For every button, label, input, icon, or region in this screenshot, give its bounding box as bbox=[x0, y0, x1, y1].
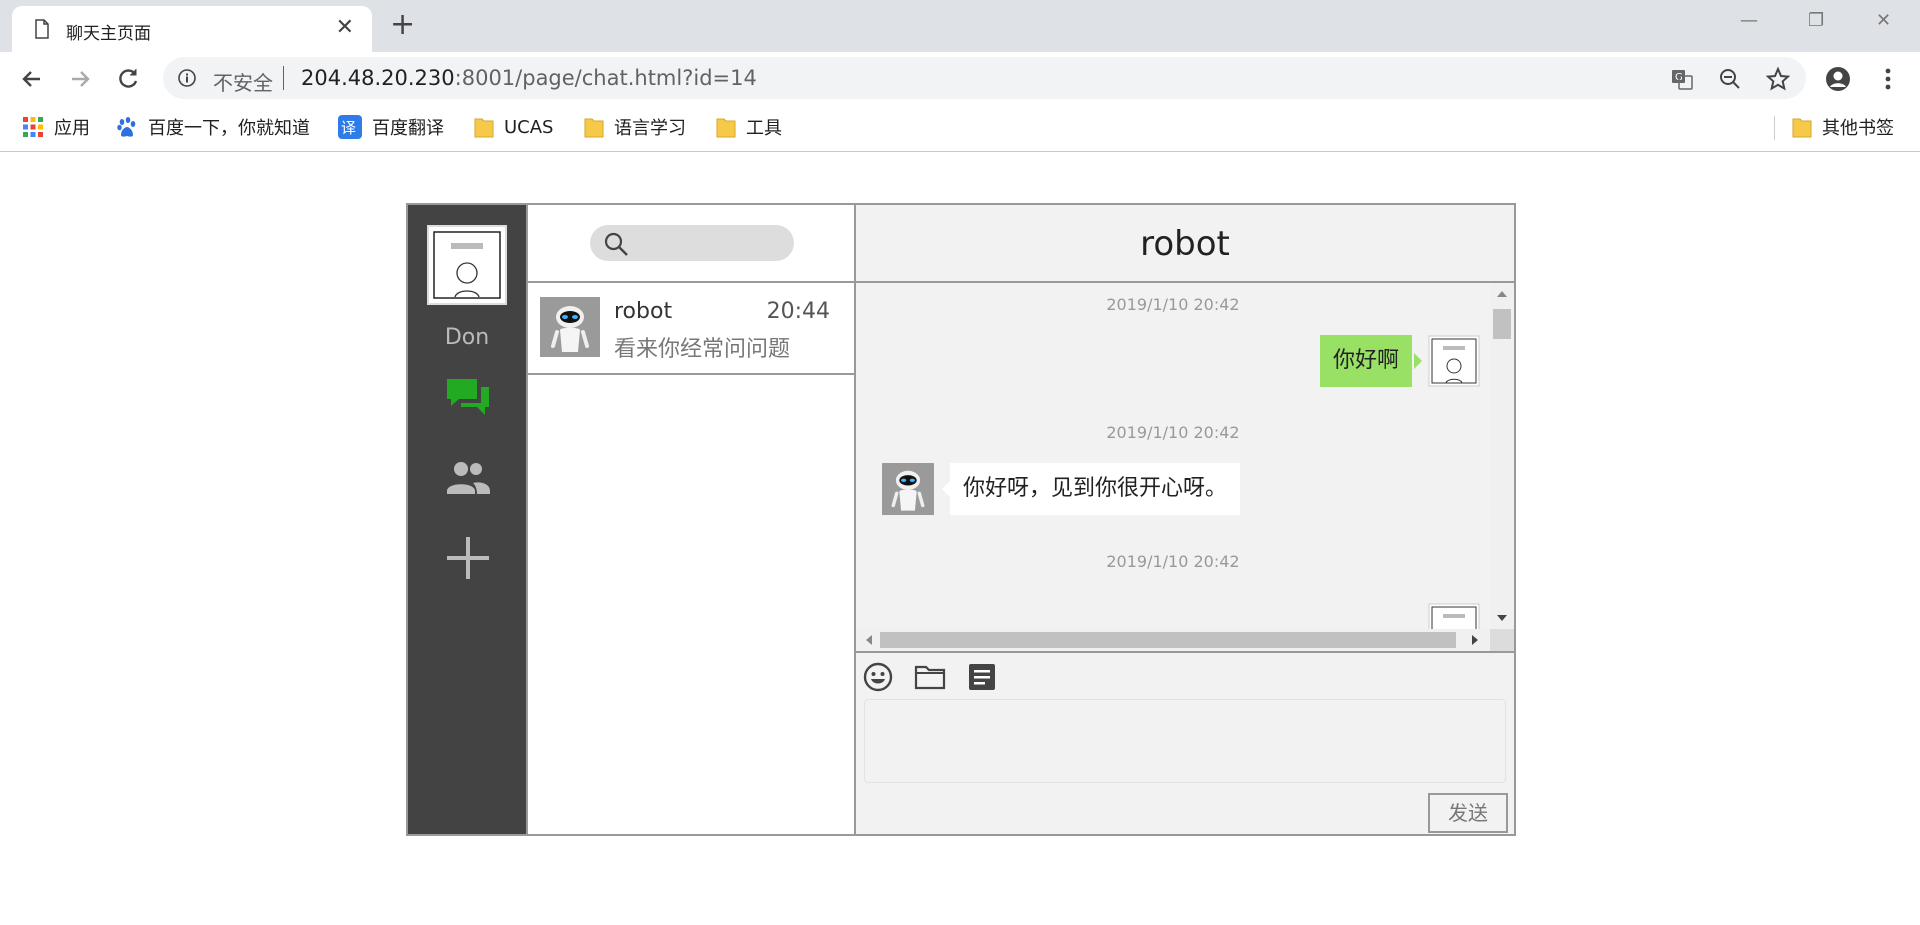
sketch-avatar-icon bbox=[1428, 335, 1480, 387]
message-timestamp: 2019/1/10 20:42 bbox=[1106, 295, 1240, 314]
url-host: 204.48.20.230 bbox=[301, 66, 455, 90]
user-name: Don bbox=[444, 325, 490, 350]
folder-icon bbox=[474, 118, 494, 138]
menu-dots-icon[interactable] bbox=[1874, 65, 1902, 93]
conversation-time: 20:44 bbox=[766, 299, 830, 324]
message-input[interactable] bbox=[864, 699, 1506, 783]
bookmark-label: 工具 bbox=[746, 118, 782, 139]
add-icon[interactable] bbox=[445, 535, 491, 581]
address-bar[interactable]: 不安全 204.48.20.230:8001/page/chat.html?id… bbox=[163, 57, 1806, 99]
bookmark-apps[interactable]: 应用 bbox=[22, 114, 90, 140]
bubble-arrow bbox=[1414, 353, 1422, 369]
tab-title: 聊天主页面 bbox=[66, 24, 151, 44]
bookmark-label: 百度翻译 bbox=[372, 118, 444, 139]
profile-icon[interactable] bbox=[1824, 65, 1852, 93]
note-icon[interactable] bbox=[966, 661, 998, 693]
translate-badge-icon: 译 bbox=[338, 115, 362, 139]
my-avatar bbox=[1428, 335, 1480, 387]
bookmark-baidu-translate[interactable]: 译 百度翻译 bbox=[338, 114, 444, 140]
conversation-name: robot bbox=[614, 299, 673, 324]
window-close-icon[interactable]: ✕ bbox=[1876, 10, 1891, 31]
bookmark-folder-language[interactable]: 语言学习 bbox=[584, 114, 686, 140]
folder-icon bbox=[1792, 118, 1812, 138]
send-button[interactable]: 发送 bbox=[1428, 793, 1508, 833]
forward-arrow-icon[interactable] bbox=[66, 65, 94, 93]
baidu-paw-icon bbox=[117, 117, 136, 137]
robot-avatar bbox=[540, 297, 600, 357]
url-text[interactable]: 204.48.20.230:8001/page/chat.html?id=14 bbox=[301, 66, 757, 90]
apps-grid-icon bbox=[23, 117, 43, 137]
scroll-left-arrow-icon[interactable] bbox=[864, 634, 874, 646]
tab-close-icon[interactable]: ✕ bbox=[336, 15, 354, 41]
bubble-arrow bbox=[942, 481, 950, 497]
horizontal-scrollbar[interactable] bbox=[856, 629, 1490, 651]
bookmarks-bar: 应用 百度一下，你就知道 译 百度翻译 UCAS 语言学习 工具 其他书签 bbox=[0, 104, 1920, 152]
chat-panel: robot 2019/1/10 20:42 你好啊 2019/1/10 20:4… bbox=[856, 205, 1514, 834]
search-input[interactable] bbox=[590, 225, 794, 261]
bookmark-label: 语言学习 bbox=[614, 118, 686, 139]
emoji-icon[interactable] bbox=[862, 661, 894, 693]
nav-sidebar: Don bbox=[408, 205, 526, 834]
scroll-down-arrow-icon[interactable] bbox=[1496, 613, 1508, 623]
folder-icon bbox=[716, 118, 736, 138]
minimize-icon[interactable]: — bbox=[1740, 10, 1758, 31]
user-avatar[interactable] bbox=[427, 225, 507, 305]
browser-toolbar: 不安全 204.48.20.230:8001/page/chat.html?id… bbox=[0, 52, 1920, 104]
back-arrow-icon[interactable] bbox=[18, 65, 46, 93]
horizontal-scroll-thumb[interactable] bbox=[880, 632, 1456, 648]
bookmark-label: 其他书签 bbox=[1822, 118, 1894, 139]
conversation-list-panel: robot 20:44 看来你经常问问题 bbox=[526, 205, 856, 834]
insecure-label: 不安全 bbox=[213, 71, 273, 95]
chat-app: Don robot 20:44 看来你经常问问题 robot 2019/1/10… bbox=[406, 203, 1516, 836]
search-area bbox=[528, 205, 854, 283]
browser-tab-strip: 聊天主页面 ✕ + — ❐ ✕ bbox=[0, 0, 1920, 52]
composer: 发送 bbox=[856, 651, 1514, 834]
bookmark-folder-other[interactable]: 其他书签 bbox=[1792, 114, 1894, 140]
vertical-scroll-thumb[interactable] bbox=[1493, 309, 1511, 339]
chat-bubbles-icon[interactable] bbox=[445, 375, 491, 421]
robot-icon bbox=[882, 463, 934, 515]
scroll-up-arrow-icon[interactable] bbox=[1496, 289, 1508, 299]
bookmark-baidu[interactable]: 百度一下，你就知道 bbox=[116, 114, 310, 140]
omnibox-separator bbox=[283, 66, 284, 90]
bookmark-label: UCAS bbox=[504, 116, 554, 138]
message-list[interactable]: 2019/1/10 20:42 你好啊 2019/1/10 20:42 你好呀，… bbox=[856, 283, 1514, 651]
scrollbar-corner bbox=[1490, 629, 1514, 651]
scroll-right-arrow-icon[interactable] bbox=[1470, 634, 1480, 646]
new-tab-icon[interactable]: + bbox=[390, 8, 415, 42]
vertical-scrollbar[interactable] bbox=[1490, 283, 1514, 629]
info-icon[interactable] bbox=[177, 68, 197, 88]
translate-icon[interactable]: G bbox=[1670, 67, 1694, 91]
svg-text:译: 译 bbox=[341, 119, 356, 137]
conversation-preview: 看来你经常问问题 bbox=[614, 337, 791, 362]
bookmark-label: 应用 bbox=[54, 118, 90, 139]
message-bubble-mine: 你好啊 bbox=[1320, 335, 1413, 387]
sketch-avatar-icon bbox=[433, 231, 501, 299]
url-path: :8001/page/chat.html?id=14 bbox=[454, 66, 757, 90]
folder-icon bbox=[584, 118, 604, 138]
bookmark-folder-ucas[interactable]: UCAS bbox=[474, 114, 553, 140]
bookmark-label: 百度一下，你就知道 bbox=[148, 118, 310, 139]
search-icon bbox=[604, 232, 628, 256]
document-icon bbox=[35, 19, 49, 39]
robot-avatar bbox=[882, 463, 934, 515]
message-timestamp: 2019/1/10 20:42 bbox=[1106, 423, 1240, 442]
browser-tab[interactable]: 聊天主页面 ✕ bbox=[12, 6, 372, 52]
bookmark-star-icon[interactable] bbox=[1766, 67, 1790, 91]
zoom-out-icon[interactable] bbox=[1718, 67, 1742, 91]
reload-icon[interactable] bbox=[114, 65, 142, 93]
message-bubble-robot: 你好呀，见到你很开心呀。 bbox=[950, 463, 1241, 515]
bookmarks-divider bbox=[1774, 116, 1775, 140]
chat-title: robot bbox=[856, 205, 1514, 283]
bookmark-folder-tools[interactable]: 工具 bbox=[716, 114, 782, 140]
message-timestamp: 2019/1/10 20:42 bbox=[1106, 552, 1240, 571]
contacts-icon[interactable] bbox=[445, 455, 491, 501]
folder-open-icon[interactable] bbox=[914, 661, 946, 693]
restore-icon[interactable]: ❐ bbox=[1808, 10, 1824, 31]
robot-icon bbox=[540, 297, 600, 357]
conversation-item-robot[interactable]: robot 20:44 看来你经常问问题 bbox=[528, 283, 854, 375]
